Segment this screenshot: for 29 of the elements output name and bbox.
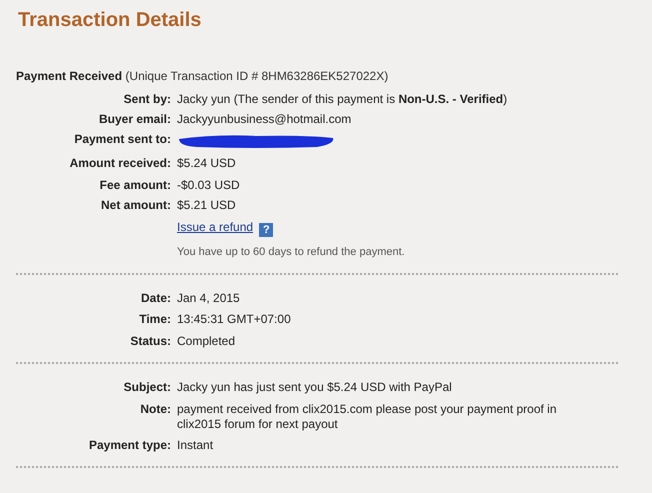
field-label: Sent by:: [124, 92, 171, 106]
field-label: Payment type:: [88, 438, 171, 452]
payment-status-heading: Payment Received: [16, 69, 122, 83]
field-value: $5.24 USD: [177, 156, 236, 170]
refund-hint: You have up to 60 days to refund the payment.: [177, 246, 405, 258]
field-label: Note:: [140, 402, 171, 416]
field-value: Jacky yun has just sent you $5.24 USD with PayPal: [177, 380, 452, 394]
field-label: Payment sent to:: [74, 132, 171, 146]
field-value: payment received from clix2015.com please post your payment proof in clix2015 forum for next payout: [177, 402, 557, 431]
field-value: -$0.03 USD: [177, 178, 240, 192]
transaction-id: (Unique Transaction ID # 8HM63286EK527022X): [125, 69, 388, 83]
field-value: Jan 4, 2015: [177, 291, 240, 305]
field-label: Amount received:: [70, 156, 171, 170]
field-label: Buyer email:: [98, 112, 171, 126]
help-icon[interactable]: ?: [259, 223, 274, 237]
field-value: Completed: [177, 334, 236, 348]
field-label: Time:: [139, 312, 171, 326]
page-title: Transaction Details: [18, 9, 202, 32]
field-value: 13:45:31 GMT+07:00: [177, 312, 291, 326]
field-value: Jacky yun (The sender of this payment is Non-U.S. - Verified): [177, 92, 508, 106]
field-value: $5.21 USD: [177, 198, 236, 212]
field-label: Status:: [130, 334, 171, 348]
issue-refund-link[interactable]: Issue a refund: [177, 220, 254, 234]
field-label: Date:: [140, 291, 171, 305]
field-value: Instant: [177, 438, 214, 452]
field-label: Net amount:: [101, 198, 171, 212]
field-label: Subject:: [124, 380, 171, 394]
field-label: Fee amount:: [100, 178, 171, 192]
field-value: Jackyyunbusiness@hotmail.com: [177, 112, 352, 126]
